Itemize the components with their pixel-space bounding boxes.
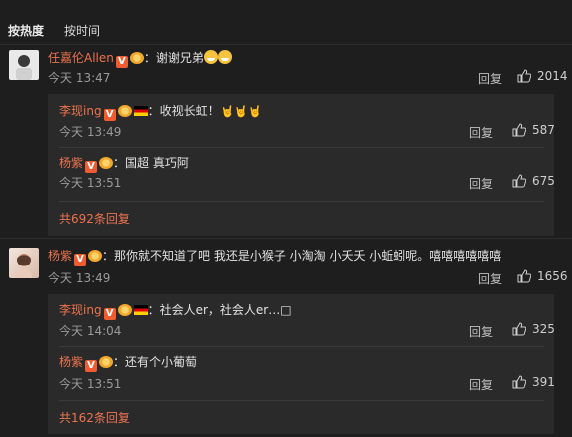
grin-emoji-icon [203, 50, 218, 64]
comment-line: 杨紫 V ：国超 真巧阿 [59, 155, 189, 173]
thumb-up-icon [512, 375, 526, 389]
like-count: 675 [532, 174, 555, 188]
comment-item: 任嘉伦Allen V ：谢谢兄弟 今天 13:47 回复 2014 李现ing V ：收… [0, 44, 572, 236]
more-replies-link[interactable]: 共162条回复 [59, 409, 130, 426]
verified-icon: V [103, 109, 116, 121]
thumb-up-icon [512, 123, 526, 137]
reply-box: 李现ing V ：社会人er，社会人er…□ 今天 14:04 回复 325 杨紫 V… [48, 294, 555, 434]
sub-reply: 李现ing V ：社会人er，社会人er…□ 今天 14:04 回复 325 [48, 294, 555, 346]
sort-bar: 按热度 按时间 [8, 22, 100, 38]
verified-icon: V [74, 254, 87, 266]
reply-button[interactable]: 回复 [469, 175, 493, 192]
like-count: 1656 [537, 269, 568, 283]
comment-text: ：社会人er，社会人er…□ [147, 303, 292, 317]
vip-crown-icon [99, 356, 114, 368]
grin-emoji-icon [217, 50, 232, 64]
germany-flag-icon [133, 106, 148, 116]
reply-button[interactable]: 回复 [469, 376, 493, 393]
timestamp: 今天 13:51 [59, 176, 122, 190]
like-button[interactable]: 587 [512, 123, 555, 137]
username[interactable]: 任嘉伦Allen [48, 51, 114, 65]
verified-icon: V [85, 161, 98, 173]
vip-crown-icon [88, 250, 103, 262]
sub-reply: 杨紫 V ：还有个小葡萄 今天 13:51 回复 391 [48, 347, 555, 399]
reply-button[interactable]: 回复 [478, 70, 502, 87]
comment-line: 杨紫 V ：那你就不知道了吧 我还是小猴子 小淘淘 小夭夭 小蚯蚓呢。嘻嘻嘻嘻嘻嘻 [48, 248, 501, 266]
verified-icon: V [115, 56, 128, 68]
username[interactable]: 李现ing [59, 303, 102, 317]
thumb-up-icon [517, 269, 531, 283]
sort-by-time[interactable]: 按时间 [64, 22, 100, 38]
more-replies-link[interactable]: 共692条回复 [59, 210, 130, 227]
timestamp: 今天 13:47 [48, 71, 111, 85]
comment-line: 任嘉伦Allen V ：谢谢兄弟 [48, 50, 232, 68]
germany-flag-icon [133, 305, 148, 315]
timestamp: 今天 13:49 [59, 125, 122, 139]
sub-reply: 杨紫 V ：国超 真巧阿 今天 13:51 回复 675 [48, 148, 555, 200]
comment-line: 李现ing V ：收视长虹！🤘🤘🤘 [59, 103, 262, 121]
like-count: 587 [532, 123, 555, 137]
divider [59, 400, 544, 401]
sort-by-hot[interactable]: 按热度 [8, 22, 44, 38]
timestamp: 今天 14:04 [59, 324, 122, 338]
vip-crown-icon [129, 52, 144, 64]
reply-box: 李现ing V ：收视长虹！🤘🤘🤘 今天 13:49 回复 587 杨紫 V ：国超 真… [48, 94, 555, 236]
verified-icon: V [85, 360, 98, 372]
comment-line: 李现ing V ：社会人er，社会人er…□ [59, 302, 292, 320]
vip-crown-icon [117, 105, 132, 117]
like-button[interactable]: 2014 [517, 69, 568, 83]
like-button[interactable]: 675 [512, 174, 555, 188]
comment-text: ：谢谢兄弟 [143, 51, 204, 65]
like-count: 2014 [537, 69, 568, 83]
like-button[interactable]: 391 [512, 375, 555, 389]
reply-button[interactable]: 回复 [469, 323, 493, 340]
like-count: 391 [532, 375, 555, 389]
thumb-up-icon [517, 69, 531, 83]
thumb-up-icon [512, 174, 526, 188]
like-button[interactable]: 1656 [517, 269, 568, 283]
reply-button[interactable]: 回复 [469, 124, 493, 141]
timestamp: 今天 13:49 [48, 271, 111, 285]
divider [59, 201, 544, 202]
rock-hand-emoji-icon: 🤘🤘🤘 [220, 105, 262, 118]
vip-crown-icon [117, 304, 132, 316]
like-button[interactable]: 325 [512, 322, 555, 336]
username[interactable]: 杨紫 [48, 249, 72, 263]
comment-text: ：收视长虹！ [147, 104, 220, 118]
username[interactable]: 杨紫 [59, 156, 83, 170]
reply-button[interactable]: 回复 [478, 270, 502, 287]
avatar[interactable] [9, 50, 39, 80]
comment-text: ：国超 真巧阿 [113, 156, 189, 170]
username[interactable]: 杨紫 [59, 355, 83, 369]
like-count: 325 [532, 322, 555, 336]
sub-reply: 李现ing V ：收视长虹！🤘🤘🤘 今天 13:49 回复 587 [48, 94, 555, 146]
comment-line: 杨紫 V ：还有个小葡萄 [59, 354, 197, 372]
avatar[interactable] [9, 248, 39, 278]
comment-text: ：还有个小葡萄 [113, 355, 198, 369]
timestamp: 今天 13:51 [59, 377, 122, 391]
username[interactable]: 李现ing [59, 104, 102, 118]
verified-icon: V [103, 308, 116, 320]
comment-text: ：那你就不知道了吧 我还是小猴子 小淘淘 小夭夭 小蚯蚓呢。嘻嘻嘻嘻嘻嘻 [102, 249, 502, 263]
comment-item: 杨紫 V ：那你就不知道了吧 我还是小猴子 小淘淘 小夭夭 小蚯蚓呢。嘻嘻嘻嘻嘻嘻 … [0, 238, 572, 437]
thumb-up-icon [512, 322, 526, 336]
vip-crown-icon [99, 157, 114, 169]
